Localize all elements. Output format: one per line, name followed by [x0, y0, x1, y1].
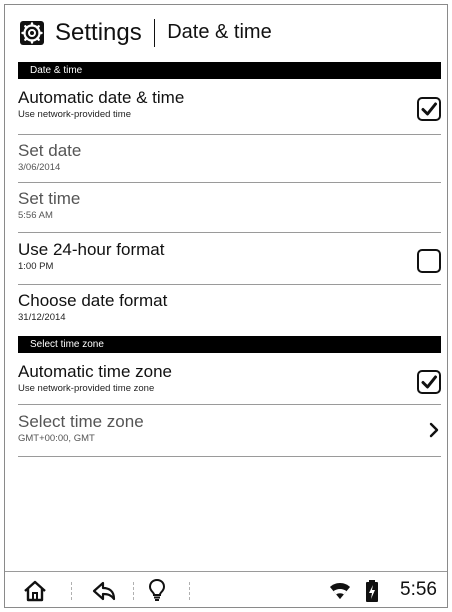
- use-24-hour-format-row[interactable]: Use 24-hour format 1:00 PM: [18, 240, 441, 280]
- use-24-hour-format-checkbox[interactable]: [417, 249, 441, 273]
- set-time-row[interactable]: Set time 5:56 AM: [18, 189, 441, 229]
- status-clock: 5:56: [400, 579, 437, 600]
- automatic-date-time-checkbox[interactable]: [417, 97, 441, 121]
- bar-separator: [189, 582, 190, 600]
- automatic-time-zone-summary: Use network-provided time zone: [18, 383, 155, 394]
- divider: [18, 232, 441, 233]
- use-24-hour-format-label: Use 24-hour format: [18, 240, 165, 259]
- chevron-right-icon: [429, 421, 439, 444]
- bar-separator: [71, 582, 72, 600]
- settings-gear-icon[interactable]: [19, 20, 45, 46]
- use-24-hour-format-example: 1:00 PM: [18, 261, 54, 272]
- section-header-date-time: Date & time: [18, 62, 441, 79]
- title-separator: [153, 18, 156, 47]
- home-icon[interactable]: [23, 580, 47, 602]
- page-title: Settings: [55, 18, 142, 46]
- title-bar: Settings Date & time: [5, 5, 447, 60]
- divider: [18, 456, 441, 457]
- wifi-icon: [329, 582, 351, 600]
- set-date-label: Set date: [18, 141, 82, 160]
- automatic-time-zone-checkbox[interactable]: [417, 370, 441, 394]
- divider: [18, 404, 441, 405]
- settings-screen: Settings Date & time Date & time Automat…: [4, 4, 448, 608]
- choose-date-format-example: 31/12/2014: [18, 312, 66, 323]
- select-time-zone-label: Select time zone: [18, 412, 144, 431]
- automatic-date-time-summary: Use network-provided time: [18, 109, 131, 120]
- divider: [18, 182, 441, 183]
- checkmark-icon: [421, 102, 437, 116]
- set-date-row[interactable]: Set date 3/06/2014: [18, 141, 441, 181]
- choose-date-format-row[interactable]: Choose date format 31/12/2014: [18, 291, 441, 331]
- automatic-time-zone-label: Automatic time zone: [18, 362, 173, 381]
- set-date-value: 3/06/2014: [18, 162, 61, 173]
- automatic-time-zone-row[interactable]: Automatic time zone Use network-provided…: [18, 362, 441, 402]
- divider: [18, 284, 441, 285]
- select-time-zone-row[interactable]: Select time zone GMT+00:00, GMT: [18, 412, 441, 452]
- set-time-value: 5:56 AM: [18, 210, 53, 221]
- battery-charging-icon: [365, 579, 379, 603]
- choose-date-format-label: Choose date format: [18, 291, 168, 310]
- divider: [18, 134, 441, 135]
- select-time-zone-value: GMT+00:00, GMT: [18, 433, 95, 444]
- back-icon[interactable]: [91, 580, 117, 602]
- automatic-date-time-label: Automatic date & time: [18, 88, 185, 107]
- bar-separator: [133, 582, 134, 600]
- section-header-time-zone: Select time zone: [18, 336, 441, 353]
- system-bar: 5:56: [5, 571, 447, 608]
- set-time-label: Set time: [18, 189, 81, 208]
- light-bulb-icon[interactable]: [148, 578, 166, 602]
- automatic-date-time-row[interactable]: Automatic date & time Use network-provid…: [18, 88, 441, 128]
- page-subtitle: Date & time: [167, 21, 272, 43]
- checkmark-icon: [421, 375, 437, 389]
